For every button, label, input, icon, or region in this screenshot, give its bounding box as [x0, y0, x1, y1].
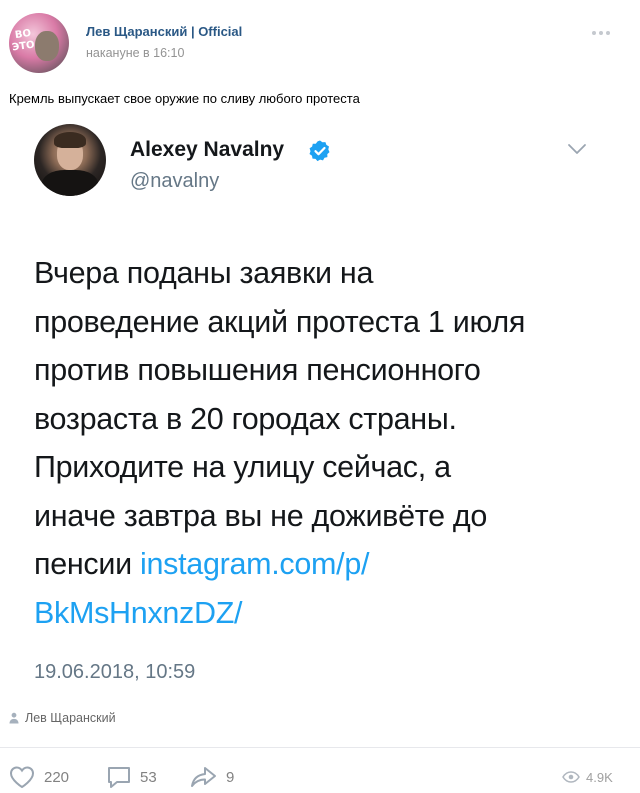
tweet-line: проведение акций протеста 1 июля [34, 304, 526, 339]
tweet-line: Приходите на улицу сейчас, а [34, 450, 451, 484]
more-options-button[interactable] [592, 26, 618, 40]
post-text: Кремль выпускает свое оружие по сливу лю… [9, 91, 360, 106]
tweet-line: против повышения пенсионного [34, 353, 481, 387]
comment-icon [108, 767, 130, 788]
tweet-line: иначе завтра вы не доживёте до [34, 498, 488, 533]
tweet-line-with-link: пенсии instagram.com/p/ [34, 540, 614, 589]
avatar-hair [54, 132, 86, 148]
instagram-link-continued[interactable]: BkMsHnxnzDZ/ [34, 596, 243, 630]
source-author-name[interactable]: Лев Щаранский [25, 711, 116, 725]
like-button[interactable]: 220 [8, 760, 69, 793]
tweet-date: 19.06.2018, 10:59 [34, 661, 196, 683]
post-time[interactable]: накануне в 16:10 [86, 46, 184, 60]
post-actions: 220 53 9 4.9K [0, 760, 640, 793]
tweet-line: Вчера поданы заявки на [34, 256, 374, 290]
comment-count: 53 [140, 768, 157, 786]
like-count: 220 [44, 768, 70, 786]
tweet-avatar [34, 124, 106, 196]
instagram-link[interactable]: instagram.com/p/ [140, 547, 369, 581]
post-header: ВО ЭТО Лев Щаранский | Official накануне… [0, 0, 640, 80]
avatar-text-bottom: ЭТО [11, 39, 36, 54]
tweet-author-handle: @navalny [130, 170, 220, 192]
tweet-body: Вчера поданы заявки на проведение акций … [34, 249, 614, 637]
tweet-line-link: BkMsHnxnzDZ/ [34, 589, 614, 638]
user-icon [9, 712, 19, 724]
avatar-face [35, 31, 59, 61]
share-button[interactable]: 9 [190, 760, 234, 793]
share-icon [191, 767, 216, 787]
avatar-body [42, 170, 98, 196]
tweet-line-prefix: пенсии [34, 547, 141, 581]
views-counter: 4.9K [562, 760, 613, 793]
dot-icon [606, 31, 610, 35]
post-source[interactable]: Лев Щаранский [9, 709, 116, 727]
dot-icon [592, 31, 596, 35]
share-count: 9 [226, 768, 235, 786]
heart-icon [9, 766, 35, 789]
chevron-down-icon[interactable] [566, 142, 588, 156]
tweet-screenshot[interactable]: Alexey Navalny @navalny Вчера поданы зая… [0, 110, 640, 705]
eye-icon [562, 771, 580, 783]
tweet-author-name: Alexey Navalny [130, 138, 285, 161]
author-name-link[interactable]: Лев Щаранский | Official [86, 24, 242, 39]
dot-icon [599, 31, 603, 35]
tweet-line: возраста в 20 городах страны. [34, 401, 457, 436]
actions-divider [0, 747, 640, 748]
views-count: 4.9K [586, 769, 613, 785]
author-avatar[interactable]: ВО ЭТО [9, 13, 69, 73]
comment-button[interactable]: 53 [106, 760, 157, 793]
verified-badge-icon [309, 140, 330, 162]
